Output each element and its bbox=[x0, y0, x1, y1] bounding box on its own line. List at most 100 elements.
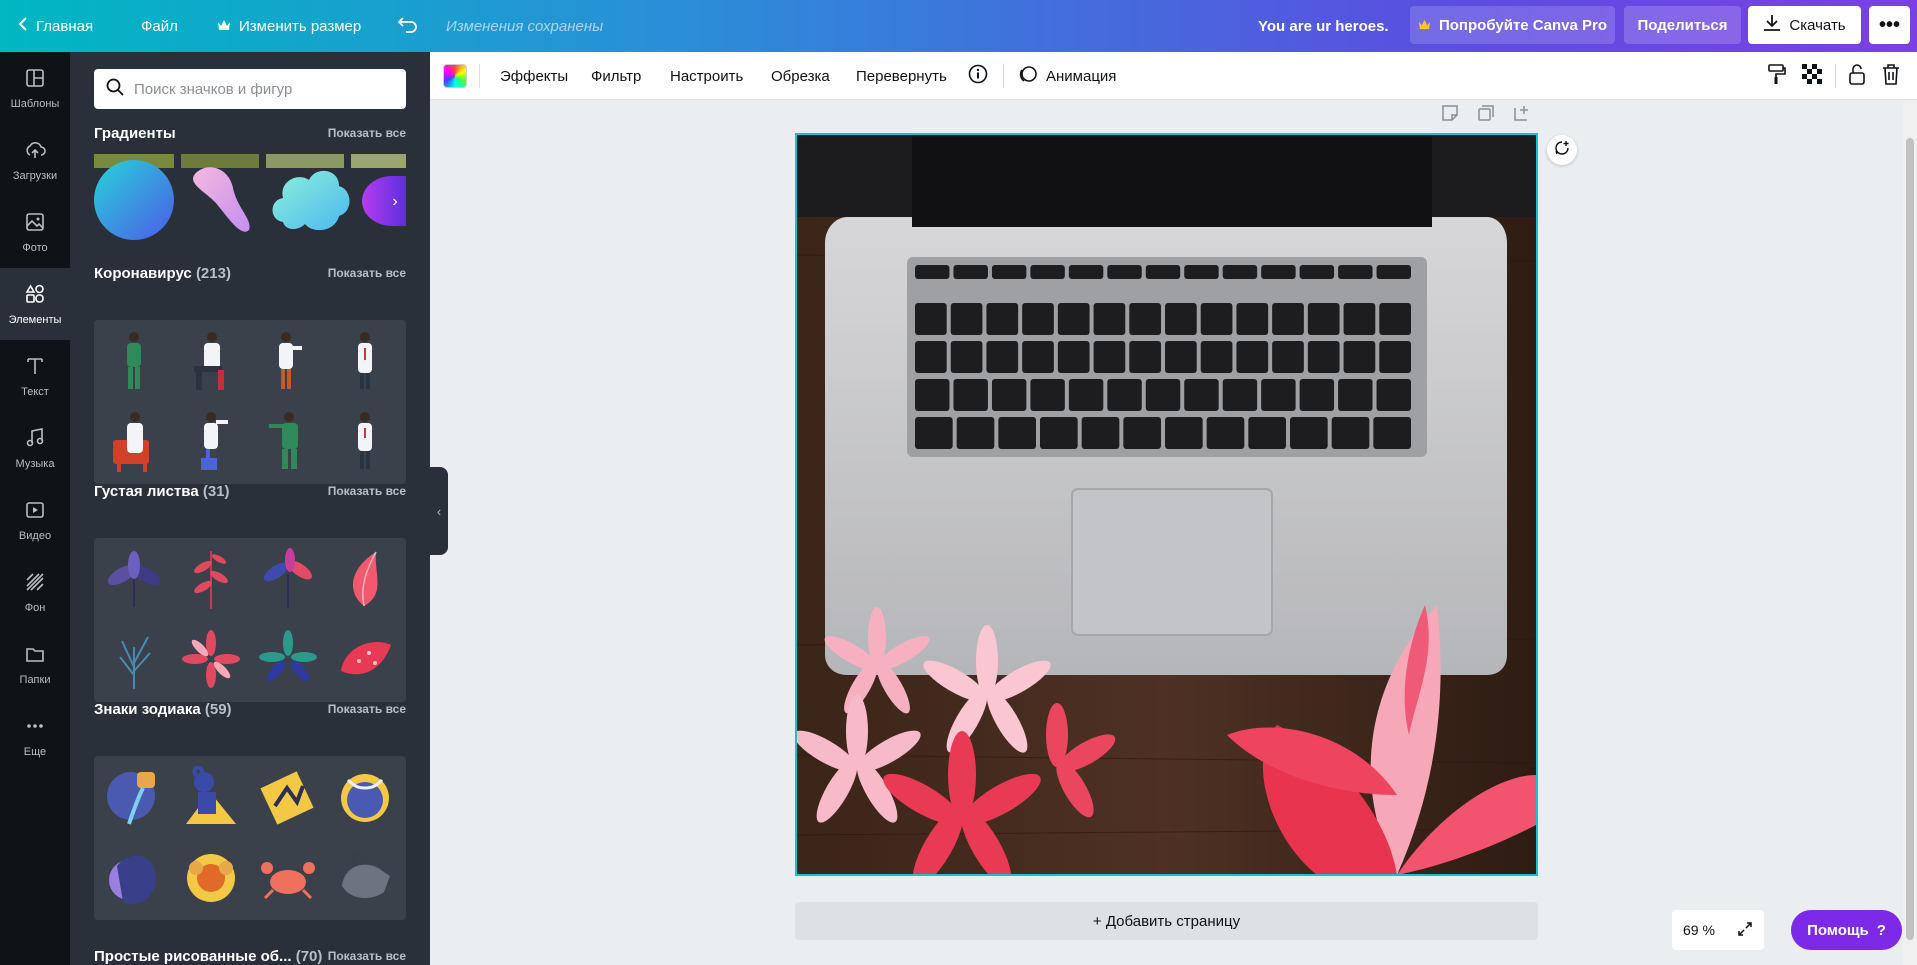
file-label: Файл bbox=[141, 17, 178, 35]
rail-label: Шаблоны bbox=[10, 97, 60, 110]
filter-button[interactable]: Фильтр bbox=[591, 52, 641, 100]
doctor-illustration[interactable] bbox=[253, 406, 323, 476]
rail-item-photos[interactable]: Фото bbox=[0, 196, 70, 268]
vertical-scrollbar[interactable] bbox=[1903, 100, 1917, 965]
show-all-link[interactable]: Показать все bbox=[328, 949, 406, 963]
rail-item-text[interactable]: Текст bbox=[0, 340, 70, 412]
zodiac-scorpio-illustration[interactable] bbox=[253, 762, 323, 832]
try-pro-label: Попробуйте Canva Pro bbox=[1438, 16, 1607, 34]
collapse-panel-button[interactable]: ‹ bbox=[430, 467, 448, 555]
photo-icon bbox=[24, 211, 46, 236]
comment-icon bbox=[1554, 140, 1570, 161]
doctor-illustration[interactable] bbox=[253, 326, 323, 396]
crop-button[interactable]: Обрезка bbox=[771, 52, 830, 100]
rail-item-music[interactable]: Музыка bbox=[0, 412, 70, 484]
download-button[interactable]: Скачать bbox=[1748, 6, 1861, 44]
resize-button[interactable]: Изменить размер bbox=[217, 0, 361, 52]
leaf-illustration[interactable] bbox=[253, 544, 323, 614]
doctor-illustration[interactable] bbox=[330, 326, 400, 396]
duplicate-page-icon[interactable] bbox=[1477, 104, 1495, 127]
help-button[interactable]: Помощь ? bbox=[1791, 910, 1902, 950]
leaf-illustration[interactable] bbox=[176, 544, 246, 614]
undo-button[interactable] bbox=[397, 0, 418, 52]
animate-button[interactable]: Анимация bbox=[1018, 52, 1116, 100]
doctor-illustration[interactable] bbox=[99, 406, 169, 476]
copy-style-button[interactable] bbox=[1767, 52, 1787, 100]
try-pro-button[interactable]: Попробуйте Canva Pro bbox=[1410, 6, 1615, 44]
doctor-illustration[interactable] bbox=[99, 326, 169, 396]
doctor-illustration[interactable] bbox=[176, 326, 246, 396]
document-title[interactable]: You are ur heroes. bbox=[1258, 0, 1389, 52]
file-menu[interactable]: Файл bbox=[141, 0, 178, 52]
effects-button[interactable]: Эффекты bbox=[500, 52, 568, 100]
section-title: Коронавирус (213) bbox=[94, 264, 231, 282]
flip-button[interactable]: Перевернуть bbox=[856, 52, 947, 100]
elements-panel: Градиенты Показать все › Коронавирус (21… bbox=[70, 52, 430, 965]
zodiac-aquarius-illustration[interactable] bbox=[99, 762, 169, 832]
fullscreen-icon[interactable] bbox=[1737, 921, 1753, 940]
search-input[interactable] bbox=[134, 80, 384, 98]
leaf-illustration[interactable] bbox=[330, 624, 400, 694]
gradient-circle[interactable] bbox=[94, 160, 174, 240]
leaf-illustration[interactable] bbox=[99, 544, 169, 614]
zodiac-cancer-illustration[interactable] bbox=[253, 842, 323, 912]
zodiac-virgo-illustration[interactable] bbox=[99, 842, 169, 912]
leaf-illustration[interactable] bbox=[330, 544, 400, 614]
doctor-illustration[interactable] bbox=[330, 406, 400, 476]
resize-label: Изменить размер bbox=[239, 17, 362, 35]
share-label: Поделиться bbox=[1637, 16, 1728, 34]
show-all-link[interactable]: Показать все bbox=[328, 702, 406, 716]
section-header-gradients: Градиенты Показать все bbox=[94, 123, 406, 143]
share-button[interactable]: Поделиться bbox=[1624, 6, 1741, 44]
leaf-illustration[interactable] bbox=[99, 624, 169, 694]
gradient-blob-pink[interactable] bbox=[189, 160, 259, 240]
delete-button[interactable] bbox=[1882, 52, 1900, 100]
zodiac-capricorn-dark-illustration[interactable] bbox=[330, 842, 400, 912]
show-all-link[interactable]: Показать все bbox=[328, 126, 406, 140]
more-icon bbox=[24, 715, 46, 740]
rail-label: Еще bbox=[23, 745, 47, 758]
rail-item-uploads[interactable]: Загрузки bbox=[0, 124, 70, 196]
rail-item-video[interactable]: Видео bbox=[0, 484, 70, 556]
zoom-level[interactable]: 69 % bbox=[1683, 922, 1715, 938]
notes-icon[interactable] bbox=[1441, 104, 1459, 127]
home-button[interactable]: Главная bbox=[18, 0, 93, 52]
folder-icon bbox=[24, 643, 46, 668]
design-page[interactable] bbox=[795, 133, 1538, 876]
gradient-cloud[interactable] bbox=[269, 162, 351, 236]
rail-item-templates[interactable]: Шаблоны bbox=[0, 52, 70, 124]
scrollbar-thumb[interactable] bbox=[1906, 138, 1914, 940]
zodiac-aries-illustration[interactable] bbox=[176, 842, 246, 912]
toolbar-divider bbox=[1003, 64, 1004, 88]
transparency-button[interactable] bbox=[1802, 52, 1822, 100]
rail-label: Текст bbox=[21, 385, 49, 398]
adjust-button[interactable]: Настроить bbox=[670, 52, 743, 100]
zodiac-capricorn-illustration[interactable] bbox=[176, 762, 246, 832]
zodiac-taurus-illustration[interactable] bbox=[330, 762, 400, 832]
add-comment-button[interactable] bbox=[1547, 135, 1577, 165]
leaf-illustration[interactable] bbox=[176, 624, 246, 694]
search-box[interactable] bbox=[94, 69, 406, 109]
leaf-illustration[interactable] bbox=[253, 624, 323, 694]
section-header-coronavirus: Коронавирус (213) Показать все bbox=[94, 263, 406, 283]
add-page-button[interactable]: + Добавить страницу bbox=[795, 902, 1538, 940]
show-all-link[interactable]: Показать все bbox=[328, 484, 406, 498]
rail-item-folders[interactable]: Папки bbox=[0, 628, 70, 700]
rail-item-elements[interactable]: Элементы bbox=[0, 268, 70, 340]
toolbar-divider bbox=[479, 64, 480, 88]
more-options-button[interactable]: ••• bbox=[1869, 6, 1910, 44]
doctor-illustration[interactable] bbox=[176, 406, 246, 476]
add-page-icon[interactable] bbox=[1513, 104, 1531, 127]
trash-icon bbox=[1882, 63, 1900, 89]
laptop-photo-image[interactable] bbox=[797, 135, 1536, 874]
lock-button[interactable] bbox=[1848, 52, 1866, 100]
gradients-row: › bbox=[94, 152, 406, 242]
chevron-right-icon[interactable]: › bbox=[384, 182, 406, 222]
color-picker-button[interactable] bbox=[443, 52, 467, 100]
rail-item-background[interactable]: Фон bbox=[0, 556, 70, 628]
show-all-link[interactable]: Показать все bbox=[328, 266, 406, 280]
zoom-control[interactable]: 69 % bbox=[1672, 910, 1764, 950]
rail-label: Музыка bbox=[15, 457, 55, 470]
info-button[interactable] bbox=[968, 52, 988, 100]
rail-item-more[interactable]: Еще bbox=[0, 700, 70, 772]
